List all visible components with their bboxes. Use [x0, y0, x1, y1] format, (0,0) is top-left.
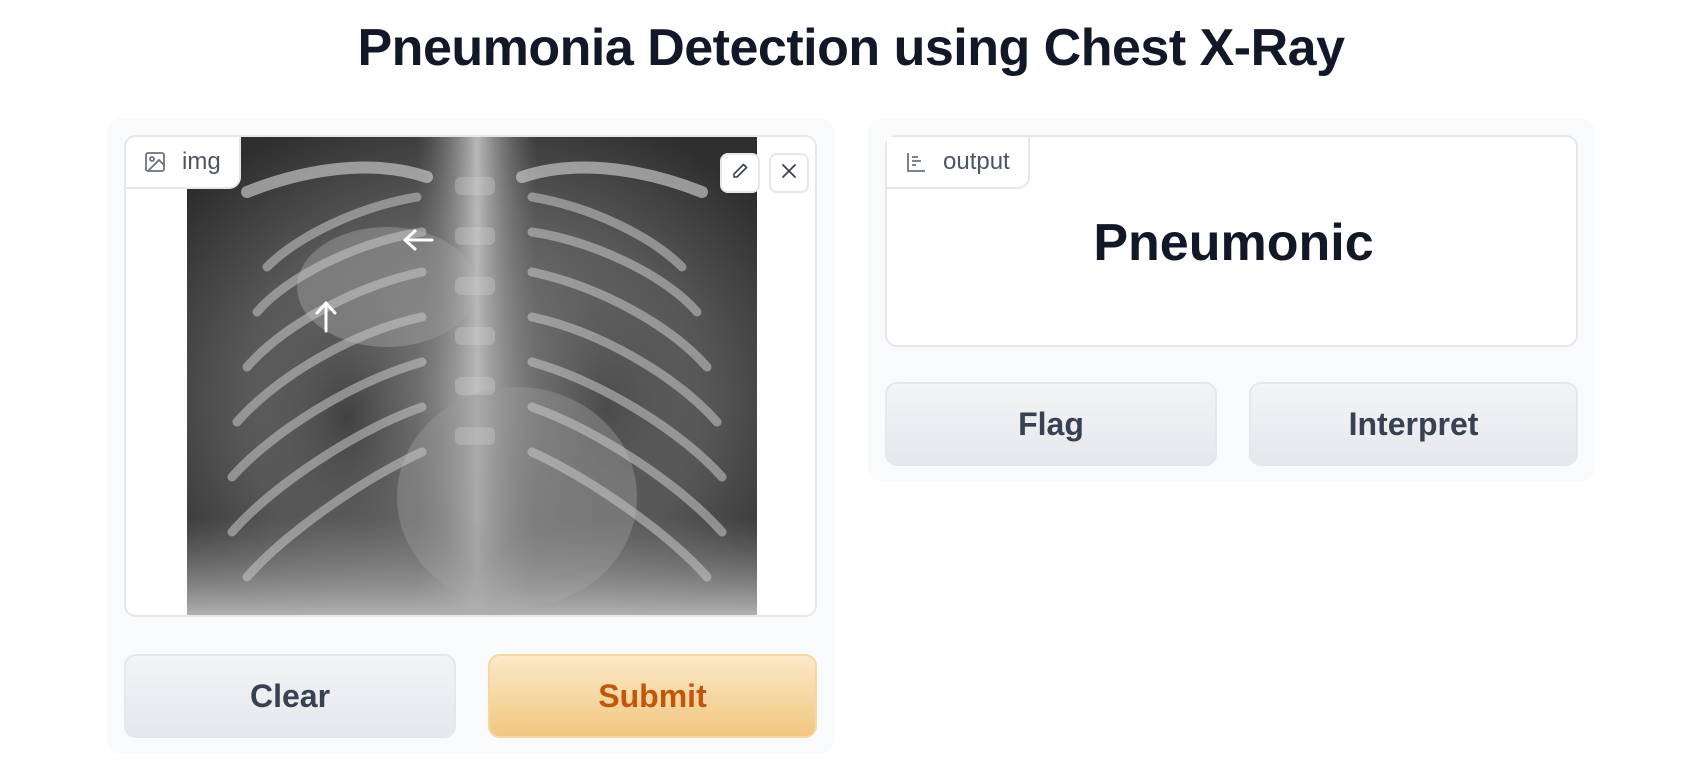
image-input[interactable]: img	[124, 135, 817, 617]
prediction-label: Pneumonic	[1093, 214, 1374, 272]
flag-button[interactable]: Flag	[885, 382, 1217, 466]
clear-image-button[interactable]	[769, 153, 809, 193]
input-panel: img Clear Submit	[107, 118, 834, 754]
output-box: output Pneumonic	[885, 135, 1578, 347]
close-icon	[779, 161, 799, 186]
clear-button[interactable]: Clear	[124, 654, 456, 738]
output-label: output	[887, 137, 1030, 189]
output-panel: output Pneumonic Flag Interpret	[868, 118, 1595, 482]
image-input-label-text: img	[182, 148, 221, 175]
bar-chart-icon	[905, 151, 927, 173]
output-label-text: output	[943, 148, 1010, 175]
page-title: Pneumonia Detection using Chest X-Ray	[357, 19, 1346, 77]
chest-xray-image	[187, 137, 757, 615]
edit-image-button[interactable]	[720, 153, 760, 193]
interpret-button[interactable]: Interpret	[1249, 382, 1578, 466]
image-input-label: img	[126, 137, 241, 189]
submit-button[interactable]: Submit	[488, 654, 817, 738]
pencil-icon	[730, 161, 750, 186]
image-icon	[144, 151, 166, 173]
